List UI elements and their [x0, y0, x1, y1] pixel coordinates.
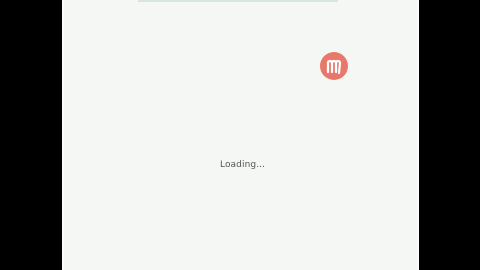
page-border-right: [417, 0, 419, 270]
top-bar: [138, 0, 338, 2]
page-border-left: [62, 0, 64, 270]
loading-page: Loading...: [62, 0, 419, 270]
loading-label: Loading...: [220, 160, 266, 170]
brand-logo-glyph: [326, 59, 342, 75]
brand-logo-icon[interactable]: [320, 52, 348, 80]
screen: Loading...: [0, 0, 480, 270]
